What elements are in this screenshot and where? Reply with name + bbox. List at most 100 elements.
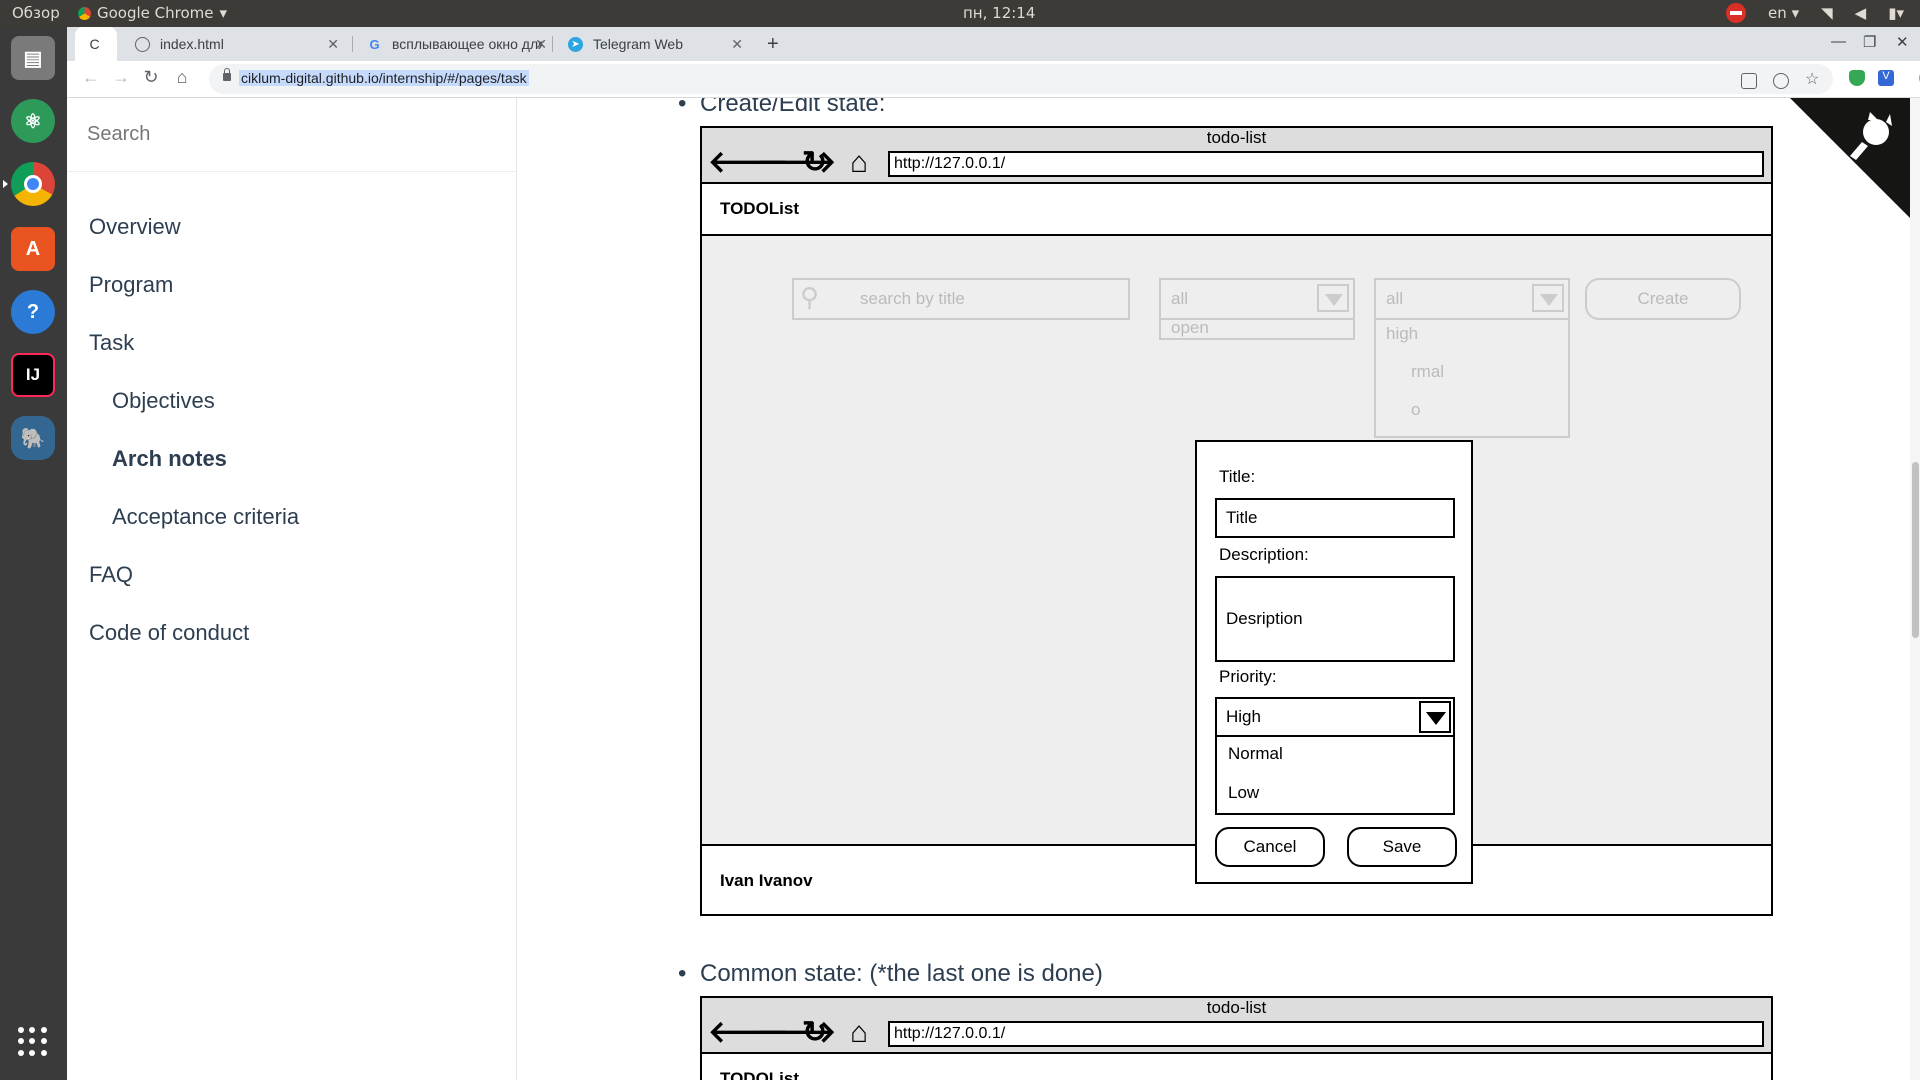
activities-button[interactable]: Обзор (12, 4, 60, 22)
atom-icon[interactable]: ⚛ (11, 99, 55, 143)
dropdown-arrow-icon (1532, 284, 1564, 312)
section-heading: Create/Edit state: (678, 98, 885, 118)
main-content: Create/Edit state: todo-list 🡐 🡒 ↻ ⌂ htt… (518, 98, 1920, 1080)
wireframe-priority-options: high rmal o (1374, 320, 1570, 438)
wireframe-common-state: todo-list 🡐 🡒 ↻ ⌂ http://127.0.0.1/ TODO… (700, 996, 1773, 1080)
files-icon[interactable]: ▤ (11, 36, 55, 80)
browser-toolbar: ← → ↻ ⌂ ciklum-digital.github.io/interns… (67, 61, 1920, 98)
sidebar-item-overview[interactable]: Overview (89, 214, 181, 240)
home-icon: ⌂ (850, 1016, 869, 1049)
priority-option: Normal (1228, 744, 1283, 763)
cancel-button: Cancel (1215, 827, 1325, 867)
close-icon[interactable]: ✕ (535, 36, 547, 53)
priority-selected: High (1226, 707, 1261, 726)
tab-current[interactable]: C (75, 27, 117, 61)
minimize-icon[interactable]: — (1831, 33, 1846, 50)
globe-icon (135, 36, 150, 52)
wireframe-status-filter: all (1159, 278, 1355, 320)
language-label: en (1768, 4, 1787, 22)
app-menu[interactable]: Google Chrome ▾ (78, 4, 227, 22)
wireframe-url: http://127.0.0.1/ (888, 151, 1764, 177)
close-icon[interactable]: ✕ (327, 36, 339, 53)
restore-icon[interactable]: ❐ (1863, 33, 1876, 51)
description-field: Desription (1215, 576, 1455, 662)
wireframe-window-title: todo-list (1206, 128, 1267, 147)
scrollbar-thumb[interactable] (1912, 462, 1919, 638)
sidebar-item-code-of-conduct[interactable]: Code of conduct (89, 620, 249, 646)
description-label: Description: (1219, 545, 1309, 564)
volume-icon[interactable]: ◀ (1855, 4, 1867, 22)
priority-options: Normal Low (1215, 735, 1455, 815)
chevron-down-icon: ▾ (219, 4, 228, 22)
zoom-icon[interactable] (1773, 73, 1789, 89)
wireframe-header: TODOList (702, 1054, 1771, 1080)
home-button[interactable]: ⌂ (170, 67, 194, 88)
tab-telegram[interactable]: ➤ Telegram Web ✕ (557, 27, 753, 61)
wireframe-create-button: Create (1585, 278, 1741, 320)
wifi-icon[interactable]: ◥ (1821, 4, 1833, 22)
app-name: Google Chrome (97, 4, 214, 22)
app-grid-icon[interactable] (18, 1027, 48, 1057)
battery-icon[interactable]: ▮▾ (1888, 4, 1904, 22)
sidebar-item-program[interactable]: Program (89, 272, 173, 298)
telegram-icon: ➤ (568, 36, 583, 52)
wireframe-app-title: TODOList (720, 199, 800, 218)
adblock-shield-icon[interactable] (1849, 70, 1865, 86)
sidebar-item-acceptance-criteria[interactable]: Acceptance criteria (112, 504, 299, 530)
sidebar-item-arch-notes[interactable]: Arch notes (112, 446, 227, 472)
title-label: Title: (1219, 467, 1256, 486)
launcher: ▤ ⚛ A ? IJ 🐘 (0, 27, 67, 1080)
system-top-bar: Обзор Google Chrome ▾ пн, 12:14 en ▾ ◥ ◀… (0, 0, 1920, 27)
sidebar-item-faq[interactable]: FAQ (89, 562, 133, 588)
cast-icon[interactable] (1741, 73, 1757, 89)
google-icon: G (369, 36, 380, 52)
close-icon[interactable]: ✕ (731, 36, 743, 53)
do-not-disturb-icon[interactable] (1726, 3, 1747, 23)
lock-icon (223, 68, 231, 81)
new-tab-button[interactable]: + (767, 27, 797, 61)
scrollbar[interactable] (1910, 98, 1920, 1080)
priority-select: High (1215, 697, 1455, 737)
wireframe-priority-filter: all (1374, 278, 1570, 320)
chrome-launcher-icon[interactable] (3, 162, 55, 206)
forward-button[interactable]: → (109, 67, 133, 88)
intellij-icon[interactable]: IJ (11, 353, 55, 397)
filter-value: all (1386, 289, 1404, 308)
url-text[interactable]: ciklum-digital.github.io/internship/#/pa… (239, 70, 529, 86)
address-bar[interactable]: ciklum-digital.github.io/internship/#/pa… (209, 64, 1833, 94)
system-tray: en ▾ ◥ ◀ ▮▾ (1726, 3, 1904, 23)
section-heading: Common state: (*the last one is done) (678, 960, 1103, 988)
wireframe-modal: Title: Title Description: Desription Pri… (1195, 440, 1473, 884)
tab-search[interactable]: G всплывающее окно для ✕ (357, 27, 557, 61)
save-button: Save (1347, 827, 1457, 867)
language-indicator[interactable]: en ▾ (1768, 4, 1799, 22)
postgres-icon[interactable]: 🐘 (11, 416, 55, 460)
software-center-icon[interactable]: A (11, 227, 55, 271)
filter-option: rmal (1411, 362, 1445, 381)
sidebar-item-objectives[interactable]: Objectives (112, 388, 215, 414)
extension-icon[interactable]: V (1878, 70, 1894, 86)
filter-option: open (1171, 320, 1209, 337)
page-viewport: Overview Program Task Objectives Arch no… (67, 98, 1920, 1080)
chrome-icon (78, 6, 91, 20)
search-box (67, 98, 517, 172)
tab-title: index.html (160, 36, 224, 52)
filter-value: all (1171, 289, 1189, 308)
close-window-icon[interactable]: ✕ (1896, 33, 1909, 51)
search-input[interactable] (87, 114, 487, 154)
star-icon[interactable]: ☆ (1805, 69, 1821, 88)
reload-icon: ↻ (802, 146, 828, 179)
back-button[interactable]: ← (79, 67, 103, 88)
reload-button[interactable]: ↻ (139, 67, 163, 88)
github-corner-icon[interactable] (1790, 98, 1910, 218)
tab-index[interactable]: index.html ✕ (123, 27, 349, 61)
clock[interactable]: пн, 12:14 (963, 4, 1035, 22)
sidebar-item-task[interactable]: Task (89, 330, 134, 356)
help-icon[interactable]: ? (11, 290, 55, 334)
dropdown-arrow-icon (1317, 284, 1349, 312)
wireframe-browser-bar: todo-list 🡐 🡒 ↻ ⌂ http://127.0.0.1/ (702, 998, 1771, 1054)
dropdown-arrow-icon (1419, 701, 1451, 733)
search-icon: ⚲ (800, 282, 820, 312)
tab-title: всплывающее окно для (392, 36, 542, 52)
reload-icon: ↻ (802, 1016, 828, 1049)
